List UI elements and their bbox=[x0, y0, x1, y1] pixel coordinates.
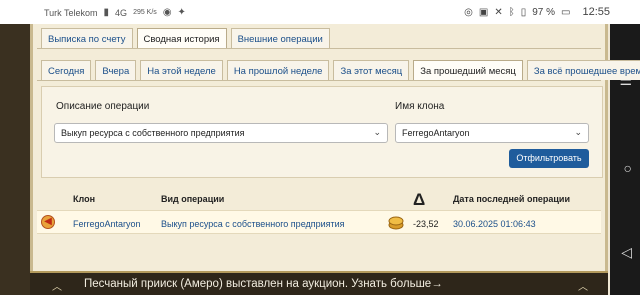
col-last-date: Дата последней операции bbox=[453, 194, 570, 204]
tab-0[interactable]: Выписка по счету bbox=[41, 28, 133, 48]
chevron-down-icon: ⌄ bbox=[574, 127, 582, 137]
nav-back-icon[interactable]: ◁ bbox=[621, 244, 632, 261]
tab-2[interactable]: Внешние операции bbox=[230, 28, 330, 48]
clone-label: Имя клона bbox=[395, 101, 445, 112]
clock: 12:55 bbox=[582, 6, 610, 18]
nav-home-icon[interactable]: ○ bbox=[624, 160, 632, 176]
banner-text[interactable]: Песчаный прииск (Амеро) выставлен на аук… bbox=[84, 278, 443, 290]
period-tab-3[interactable]: На прошлой неделе bbox=[226, 60, 330, 80]
net-speed: 295 K/s bbox=[133, 9, 157, 16]
period-tab-2[interactable]: На этой неделе bbox=[140, 60, 223, 80]
period-tabs: Сегодня Вчера На этой неделе На прошлой нед… bbox=[41, 60, 640, 80]
tab-1[interactable]: Сводная история bbox=[136, 28, 227, 48]
chevron-down-icon: ⌄ bbox=[373, 127, 381, 137]
bluetooth-icon: ᛒ bbox=[508, 6, 515, 18]
battery-icon: ▭ bbox=[561, 6, 571, 18]
signal-icon: ▮ bbox=[103, 7, 110, 18]
mute-icon: ✕ bbox=[494, 6, 503, 18]
chevron-up-icon[interactable]: ︿ bbox=[578, 278, 588, 293]
coins-icon bbox=[388, 216, 404, 230]
notification-icon: ✦ bbox=[177, 7, 186, 18]
row-clone-link[interactable]: FerregoAntaryon bbox=[73, 219, 141, 229]
whatsapp-icon: ◉ bbox=[162, 7, 172, 18]
eye-icon: ◎ bbox=[464, 6, 473, 18]
nfc-icon: ▣ bbox=[478, 6, 489, 18]
operation-select[interactable]: Выкуп ресурса с собственного предприятия… bbox=[54, 123, 388, 143]
vibrate-icon: ▯ bbox=[520, 6, 527, 18]
row-date-link[interactable]: 30.06.2025 01:06:43 bbox=[453, 219, 536, 229]
history-panel: Выписка по счету Сводная история Внешние о… bbox=[30, 24, 640, 271]
operation-select-value: Выкуп ресурса с собственного предприятия bbox=[61, 128, 245, 138]
chevron-up-icon[interactable]: ︿ bbox=[52, 278, 62, 293]
news-banner[interactable]: ︿ Песчаный прииск (Амеро) выставлен на а… bbox=[30, 271, 608, 295]
filter-panel: Описание операции Выкуп ресурса с собств… bbox=[41, 86, 603, 178]
status-bar: Turk Telekom ▮ 4G 295 K/s ◉ ✦ ◎ ▣ ✕ ᛒ ▯ … bbox=[0, 0, 640, 24]
carrier-label: Turk Telekom bbox=[44, 7, 98, 18]
filter-button[interactable]: Отфильтровать bbox=[509, 149, 589, 168]
operation-label: Описание операции bbox=[56, 101, 150, 112]
col-clone: Клон bbox=[73, 194, 96, 204]
row-delta: -23,52 bbox=[413, 219, 439, 229]
period-tab-6[interactable]: За всё прошедшее время bbox=[526, 60, 640, 80]
period-tab-5[interactable]: За прошедший месяц bbox=[413, 60, 523, 80]
row-operation-link[interactable]: Выкуп ресурса с собственного предприятия bbox=[161, 219, 345, 229]
period-tab-4[interactable]: За этот месяц bbox=[333, 60, 410, 80]
left-edge bbox=[0, 24, 30, 295]
table-header: Клон Вид операции Δ Дата последней опера… bbox=[33, 190, 605, 209]
table-row: ◀ FerregoAntaryon Выкуп ресурса с собств… bbox=[37, 210, 601, 234]
col-delta: Δ bbox=[413, 190, 426, 209]
clone-select-value: FerregoAntaryon bbox=[402, 128, 470, 138]
clone-select[interactable]: FerregoAntaryon ⌄ bbox=[395, 123, 589, 143]
period-tab-1[interactable]: Вчера bbox=[95, 60, 137, 80]
page: Turk Telekom ▮ 4G 295 K/s ◉ ✦ ◎ ▣ ✕ ᛒ ▯ … bbox=[0, 0, 640, 295]
col-operation: Вид операции bbox=[161, 194, 225, 204]
battery-level: 97 % bbox=[532, 6, 556, 18]
network-type: 4G bbox=[115, 7, 128, 18]
period-tab-0[interactable]: Сегодня bbox=[41, 60, 92, 80]
top-tabs: Выписка по счету Сводная история Внешние о… bbox=[41, 28, 330, 48]
back-arrow-icon[interactable]: ◀ bbox=[41, 215, 55, 229]
